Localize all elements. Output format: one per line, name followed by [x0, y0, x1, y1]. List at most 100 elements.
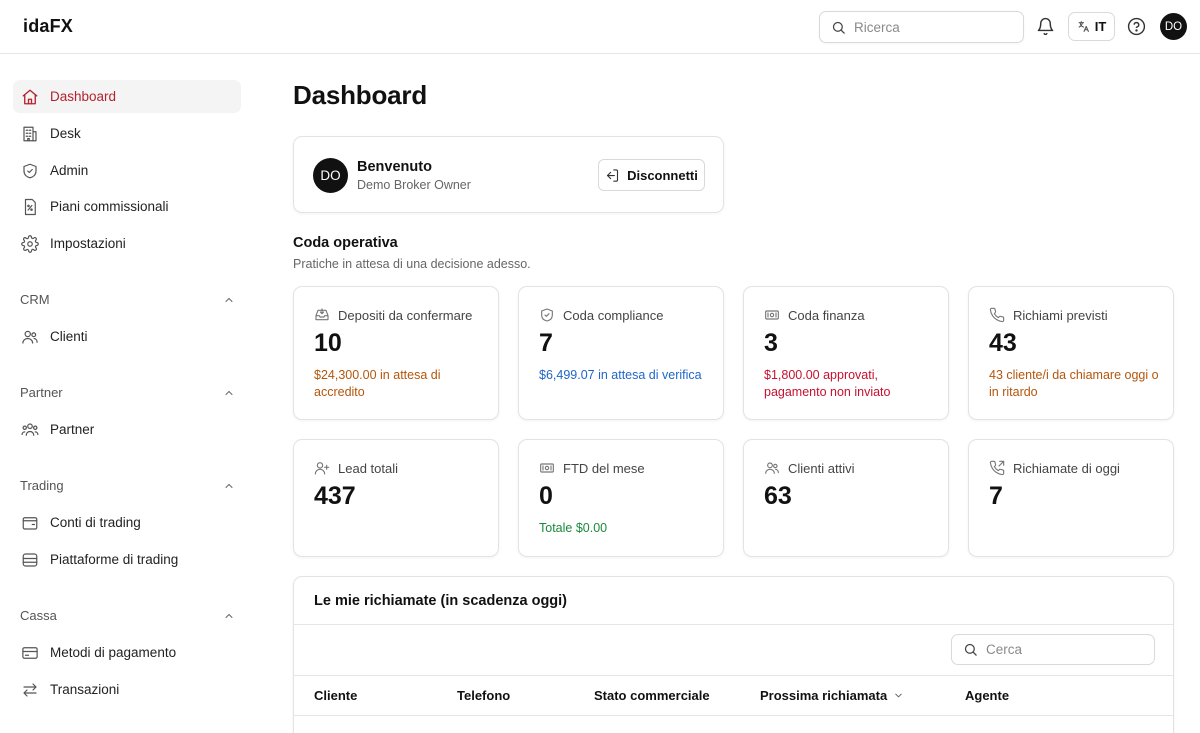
help-icon[interactable] [1127, 17, 1146, 36]
nav-group-title: Partner [20, 385, 63, 400]
sidebar-item-label: Transazioni [50, 682, 120, 697]
stat-card-label: Lead totali [338, 460, 398, 476]
stat-card-value: 43 [989, 329, 1017, 357]
credit-card-icon [21, 644, 39, 662]
sidebar-item-desk[interactable]: Desk [13, 117, 241, 150]
chevron-up-icon [223, 610, 235, 622]
welcome-card: DO Benvenuto Demo Broker Owner Disconnet… [293, 136, 724, 213]
nav-group-partner[interactable]: Partner [20, 385, 235, 400]
column-label: Telefono [457, 688, 511, 703]
nav-group-cassa[interactable]: Cassa [20, 608, 235, 623]
sidebar-item-admin[interactable]: Admin [13, 154, 241, 187]
column-header-telefono[interactable]: Telefono [457, 688, 510, 703]
phone-icon [989, 307, 1005, 323]
column-header-stato-commerciale[interactable]: Stato commerciale [594, 688, 710, 703]
stat-card-value: 437 [314, 482, 356, 510]
sidebar-item-label: Piattaforme di trading [50, 552, 179, 567]
column-header-prossima-richiamata[interactable]: Prossima richiamata [760, 688, 904, 703]
chevron-up-icon [223, 294, 235, 306]
sidebar-item-label: Impostazioni [50, 236, 126, 251]
divider [294, 624, 1173, 625]
sidebar-item-transazioni[interactable]: Transazioni [13, 673, 241, 706]
nav-group-title: Cassa [20, 608, 57, 623]
sidebar: Dashboard Desk Admin Piani commissionali… [0, 55, 255, 733]
phone-outgoing-icon [989, 460, 1005, 476]
logout-label: Disconnetti [627, 167, 698, 183]
search-icon [831, 20, 846, 35]
column-header-agente[interactable]: Agente [965, 688, 1009, 703]
stat-card-compliance[interactable]: Coda compliance 7 $6,499.07 in attesa di… [518, 286, 724, 420]
table-header: Cliente Telefono Stato commerciale Pross… [294, 675, 1173, 716]
translate-icon [1077, 20, 1090, 33]
user-role: Demo Broker Owner [357, 178, 471, 192]
language-button[interactable]: IT [1068, 12, 1115, 41]
arrows-swap-icon [21, 681, 39, 699]
stat-card-depositi[interactable]: Depositi da confermare 10 $24,300.00 in … [293, 286, 499, 420]
page-title: Dashboard [293, 80, 428, 110]
chevron-up-icon [223, 480, 235, 492]
stat-card-richiami[interactable]: Richiami previsti 43 43 cliente/i da chi… [968, 286, 1174, 420]
stat-card-value: 7 [989, 482, 1003, 510]
column-label: Cliente [314, 688, 358, 703]
banknote-icon [539, 460, 555, 476]
stat-card-richiamate-oggi[interactable]: Richiamate di oggi 7 [968, 439, 1174, 557]
sidebar-item-label: Dashboard [50, 89, 117, 104]
database-icon [21, 551, 39, 569]
stat-card-ftd[interactable]: FTD del mese 0 Totale $0.00 [518, 439, 724, 557]
sidebar-item-conti-di-trading[interactable]: Conti di trading [13, 506, 241, 539]
stat-card-note: 43 cliente/i da chiamare oggi o in ritar… [989, 368, 1159, 399]
table-search-input[interactable] [986, 642, 1136, 657]
stat-card-label: Coda compliance [563, 307, 664, 323]
nav-group-trading[interactable]: Trading [20, 478, 235, 493]
stat-card-value: 7 [539, 329, 553, 357]
sidebar-item-label: Partner [50, 422, 95, 437]
nav-group-crm[interactable]: CRM [20, 292, 235, 307]
sidebar-item-metodi-di-pagamento[interactable]: Metodi di pagamento [13, 636, 241, 669]
logout-button[interactable]: Disconnetti [598, 159, 705, 191]
stat-card-finanza[interactable]: Coda finanza 3 $1,800.00 approvati, paga… [743, 286, 949, 420]
sidebar-item-piattaforme-di-trading[interactable]: Piattaforme di trading [13, 543, 241, 576]
banknote-icon [764, 307, 780, 323]
user-avatar[interactable]: DO [1160, 13, 1187, 40]
chevron-up-icon [223, 387, 235, 399]
top-bar: idaFX IT DO [0, 0, 1200, 54]
stat-card-note: Totale $0.00 [539, 521, 608, 535]
callbacks-title: Le mie richiamate (in scadenza oggi) [314, 593, 568, 609]
handshake-icon [21, 421, 39, 439]
nav-group-title: CRM [20, 292, 50, 307]
queue-subtitle: Pratiche in attesa di una decisione ades… [293, 257, 531, 271]
stat-card-label: Coda finanza [788, 307, 865, 323]
sidebar-item-dashboard[interactable]: Dashboard [13, 80, 241, 113]
stat-card-label: Richiamate di oggi [1013, 460, 1120, 476]
stat-card-value: 0 [539, 482, 553, 510]
app-logo[interactable]: idaFX [23, 16, 73, 37]
chevron-down-icon [893, 690, 904, 701]
stat-card-clienti-attivi[interactable]: Clienti attivi 63 [743, 439, 949, 557]
sidebar-item-label: Desk [50, 126, 81, 141]
language-label: IT [1094, 19, 1107, 34]
sidebar-item-piani-commissionali[interactable]: Piani commissionali [13, 190, 241, 223]
sidebar-item-clienti[interactable]: Clienti [13, 320, 241, 353]
sidebar-item-partner[interactable]: Partner [13, 413, 241, 446]
inbox-download-icon [314, 307, 330, 323]
stat-card-label: FTD del mese [563, 460, 645, 476]
gear-icon [21, 234, 39, 253]
column-header-cliente[interactable]: Cliente [314, 688, 357, 703]
column-label: Stato commerciale [594, 688, 710, 703]
sidebar-item-impostazioni[interactable]: Impostazioni [13, 227, 241, 260]
sidebar-item-label: Piani commissionali [50, 199, 169, 214]
table-search[interactable] [951, 634, 1155, 665]
global-search[interactable] [819, 11, 1024, 43]
stat-card-label: Clienti attivi [788, 460, 855, 476]
stat-card-lead[interactable]: Lead totali 437 [293, 439, 499, 557]
building-icon [21, 125, 39, 143]
nav-group-title: Trading [20, 478, 64, 493]
bell-icon[interactable] [1036, 17, 1055, 36]
home-icon [21, 88, 39, 106]
shield-check-icon [21, 162, 39, 180]
stat-card-value: 3 [764, 329, 778, 357]
column-label: Agente [965, 688, 1010, 703]
search-icon [963, 642, 978, 657]
search-input[interactable] [854, 19, 1004, 35]
sidebar-item-label: Metodi di pagamento [50, 645, 177, 660]
